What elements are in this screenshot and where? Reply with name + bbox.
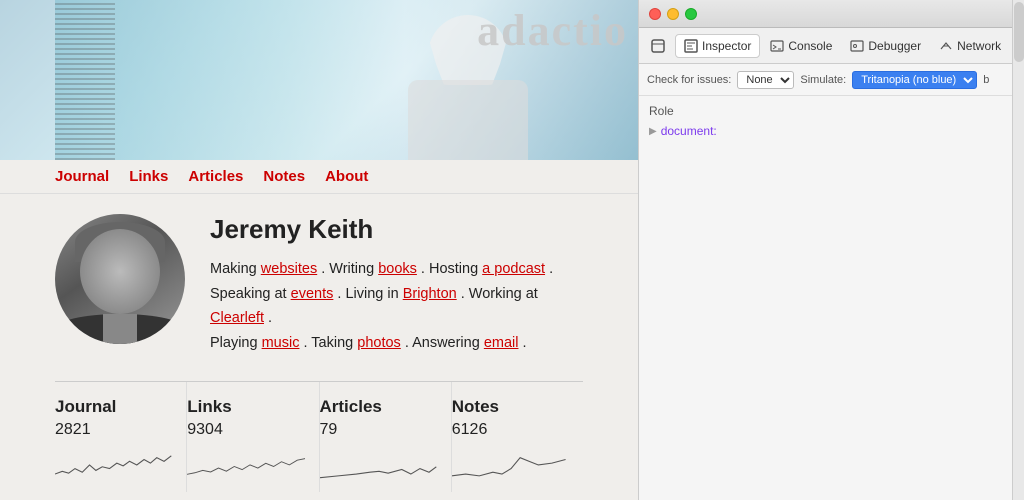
role-label: Role <box>649 104 1014 118</box>
bio-text: . Living in <box>337 286 402 302</box>
network-icon <box>939 39 953 53</box>
simulate-label: Simulate: <box>800 74 846 86</box>
console-icon <box>770 39 784 53</box>
stat-label-articles: Articles <box>320 397 451 417</box>
bio-link-websites[interactable]: websites <box>261 261 317 277</box>
devtools-titlebar <box>639 0 1024 28</box>
main-content: Jeremy Keith Making websites . Writing b… <box>0 194 638 500</box>
nav-links[interactable]: Links <box>129 168 168 185</box>
sparkline-articles <box>320 447 438 482</box>
tab-console[interactable]: Console <box>762 35 840 57</box>
scrollbar[interactable] <box>1012 0 1024 500</box>
bio-line-2: Speaking at events . Living in Brighton … <box>210 282 583 331</box>
bio-text: Speaking at <box>210 286 291 302</box>
debugger-icon <box>850 39 864 53</box>
simulate-select[interactable]: Tritanopia (no blue) <box>852 71 977 89</box>
bio-text: Playing <box>210 335 262 351</box>
check-issues-label: Check for issues: <box>647 74 731 86</box>
stat-journal: Journal 2821 <box>55 382 187 492</box>
role-section: Role ▶ document: <box>639 96 1024 146</box>
bio-text: . Writing <box>321 261 378 277</box>
website-area: adactio Journal Links Articles Notes Abo… <box>0 0 638 500</box>
avatar-neck <box>103 314 137 344</box>
stat-count-links: 9304 <box>187 421 318 439</box>
nav-notes[interactable]: Notes <box>263 168 305 185</box>
bio-text: . Hosting <box>421 261 482 277</box>
traffic-light-yellow[interactable] <box>667 8 679 20</box>
bio-link-books[interactable]: books <box>378 261 417 277</box>
bio-link-podcast[interactable]: a podcast <box>482 261 545 277</box>
nav-journal[interactable]: Journal <box>55 168 109 185</box>
scrollbar-thumb[interactable] <box>1014 2 1024 62</box>
bio-text: Making <box>210 261 261 277</box>
role-document: document: <box>661 124 717 138</box>
bio-link-brighton[interactable]: Brighton <box>403 286 457 302</box>
bio-link-photos[interactable]: photos <box>357 335 401 351</box>
tab-debugger[interactable]: Debugger <box>842 35 929 57</box>
header-banner: adactio <box>0 0 638 160</box>
bio-link-clearleft[interactable]: Clearleft <box>210 310 264 326</box>
sparkline-links <box>187 447 305 482</box>
bio-text: . <box>549 261 553 277</box>
devtools-panel: Inspector Console Debugger Network Ch <box>638 0 1024 500</box>
check-issues-select[interactable]: None <box>737 71 794 89</box>
picker-icon <box>651 39 665 53</box>
sparkline-journal <box>55 447 173 482</box>
stat-notes: Notes 6126 <box>452 382 583 492</box>
bio-link-music[interactable]: music <box>262 335 300 351</box>
bio-text: . Answering <box>405 335 484 351</box>
stats-section: Journal 2821 Links 9304 Articles 79 <box>55 381 583 492</box>
nav-about[interactable]: About <box>325 168 368 185</box>
banner-scanlines <box>55 0 115 160</box>
bio-link-email[interactable]: email <box>484 335 519 351</box>
stat-links: Links 9304 <box>187 382 319 492</box>
stat-count-articles: 79 <box>320 421 451 439</box>
traffic-light-red[interactable] <box>649 8 661 20</box>
stat-label-links: Links <box>187 397 318 417</box>
site-logo[interactable]: adactio <box>477 5 628 56</box>
stat-label-notes: Notes <box>452 397 583 417</box>
tab-network[interactable]: Network <box>931 35 1009 57</box>
tab-picker[interactable] <box>643 35 673 57</box>
inspector-icon <box>684 39 698 53</box>
nav-articles[interactable]: Articles <box>188 168 243 185</box>
profile-section: Jeremy Keith Making websites . Writing b… <box>55 214 583 356</box>
stat-count-journal: 2821 <box>55 421 186 439</box>
tab-network-label: Network <box>957 39 1001 53</box>
tab-inspector[interactable]: Inspector <box>675 34 760 58</box>
main-nav: Journal Links Articles Notes About <box>0 160 638 194</box>
devtools-tabs: Inspector Console Debugger Network <box>639 28 1024 64</box>
avatar-face <box>80 229 160 314</box>
tree-triangle-icon: ▶ <box>649 126 657 137</box>
bio-text: . Working at <box>461 286 538 302</box>
traffic-light-green[interactable] <box>685 8 697 20</box>
b-label: b <box>983 74 989 86</box>
stat-articles: Articles 79 <box>320 382 452 492</box>
devtools-toolbar: Check for issues: None Simulate: Tritano… <box>639 64 1024 96</box>
avatar <box>55 214 185 344</box>
bio-link-events[interactable]: events <box>291 286 334 302</box>
stat-label-journal: Journal <box>55 397 186 417</box>
bio-line-1: Making websites . Writing books . Hostin… <box>210 257 583 282</box>
tab-console-label: Console <box>788 39 832 53</box>
bio-line-3: Playing music . Taking photos . Answerin… <box>210 331 583 356</box>
bio-text: . <box>268 310 272 326</box>
profile-text: Jeremy Keith Making websites . Writing b… <box>210 214 583 356</box>
sparkline-notes <box>452 447 570 482</box>
bio-text: . Taking <box>304 335 358 351</box>
tab-inspector-label: Inspector <box>702 39 751 53</box>
trooper-body <box>408 80 528 160</box>
stat-count-notes: 6126 <box>452 421 583 439</box>
role-tree-item[interactable]: ▶ document: <box>649 124 1014 138</box>
tab-debugger-label: Debugger <box>868 39 921 53</box>
person-name: Jeremy Keith <box>210 214 583 245</box>
bio-text: . <box>523 335 527 351</box>
